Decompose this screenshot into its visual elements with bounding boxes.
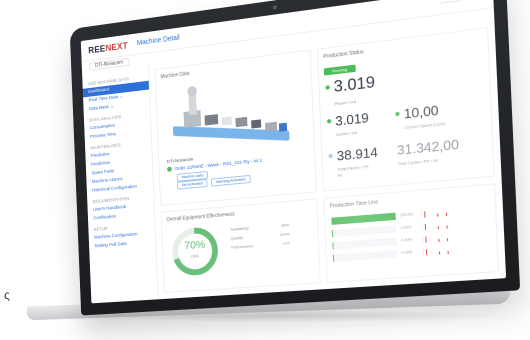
- timeline-pct: 0.00%: [400, 237, 412, 243]
- timeline-alarm-mark: [445, 212, 448, 216]
- card-title: Production Status: [323, 49, 364, 61]
- caption-fragment: ς: [4, 288, 10, 302]
- oee-breakdown: Availability 99% Quality 100% Performance 71%: [230, 222, 290, 254]
- warning-activated-button[interactable]: Warning Activated: [211, 174, 251, 187]
- machine-name: DTI-Novacom: [166, 156, 194, 165]
- total-pieces-value: 38.914: [336, 144, 379, 164]
- timeline-pct: 0.00%: [401, 250, 413, 256]
- speed-label: Current Speed (Cp/h): [404, 120, 446, 131]
- timeline-sparkline: [422, 232, 455, 243]
- page-title[interactable]: Machine Detail: [137, 34, 180, 47]
- total-pieces-label: Total Pieces / PS: [337, 163, 369, 172]
- timeline-sparkline: [422, 245, 456, 256]
- timeline-bar-track: [332, 249, 398, 262]
- oee-row-label: Availability: [230, 225, 249, 232]
- running-badge: Running: [323, 64, 356, 76]
- user-name: ————: [439, 0, 462, 7]
- timeline-sparkline: [421, 220, 455, 231]
- sidebar: USE MACHINE DATA Dashboard Real Time Data …: [82, 64, 159, 304]
- timeline-alarm-mark: [437, 212, 439, 217]
- oee-card: Overall Equipment Effectiveness 70% OEE …: [160, 198, 321, 294]
- total-pieces-metric: 38.914: [328, 144, 378, 164]
- oee-row: Availability 99%: [230, 222, 289, 232]
- user-role: ———: [468, 0, 485, 2]
- cycles-metric: 3.019: [327, 110, 369, 130]
- set-activated-button[interactable]: Set Activated: [177, 178, 208, 190]
- machine-illustration: [172, 85, 290, 141]
- timeline-bar-fill: [331, 229, 334, 237]
- status-dot-icon: [325, 85, 330, 90]
- timeline-alarm-mark: [446, 237, 449, 241]
- oee-row-label: Quality: [230, 234, 243, 241]
- dashboard-grid: Machine Data DTI-Novacom Order 22/NsrtE …: [149, 20, 506, 299]
- logo-accent-text: NEXT: [105, 40, 128, 53]
- status-dot-icon: [167, 166, 172, 172]
- user-menu[interactable]: ———— ———: [440, 0, 485, 6]
- timeline-pct: 100.0%: [399, 212, 413, 218]
- pieces-label: Pieces / cut: [334, 98, 356, 107]
- timeline-sparkline: [420, 207, 454, 218]
- pieces-metric: 3.019: [325, 74, 375, 98]
- timeline-alarm-mark: [438, 250, 441, 255]
- timeline-alarm-mark: [447, 250, 449, 254]
- timeline-bar-fill: [332, 241, 334, 250]
- timeline-alarm-mark: [424, 223, 427, 230]
- speed-value: 10,00: [403, 102, 439, 122]
- total-cycles-metric: 31.342,00: [397, 136, 460, 158]
- card-title: Overall Equipment Effectiveness: [166, 211, 235, 224]
- timeline-bar-fill: [332, 254, 335, 262]
- cycles-label: Cycles / cut: [335, 129, 358, 138]
- pieces-value: 3.019: [333, 73, 376, 96]
- timeline-list: 100.0% 1.00% 0.00% 0.00%: [331, 202, 490, 264]
- stage: REENEXT Machine Detail ———— ——— DTI-Nova…: [0, 0, 530, 340]
- timeline-alarm-mark: [438, 238, 440, 242]
- oee-row: Quality 100%: [231, 231, 290, 241]
- oee-row-value: 100%: [279, 231, 290, 238]
- brand-logo[interactable]: REENEXT: [88, 40, 128, 55]
- timeline-pct: 1.00%: [400, 225, 412, 231]
- timeline-alarm-mark: [425, 236, 427, 243]
- machine-data-card: Machine Data DTI-Novacom Order 22/NsrtE …: [154, 49, 317, 206]
- timeline-alarm-mark: [446, 224, 448, 229]
- status-dot-icon: [395, 111, 400, 117]
- total-pieces-sub: Ps: [337, 172, 343, 179]
- timeline-alarm-mark: [424, 210, 426, 218]
- laptop-screen: REENEXT Machine Detail ———— ——— DTI-Nova…: [80, 0, 507, 304]
- laptop: REENEXT Machine Detail ———— ——— DTI-Nova…: [69, 0, 521, 316]
- production-timeline-card: Production Time Line 100.0% 1.00% 0.00% 0.0…: [323, 183, 500, 283]
- total-cycles-label: Total Cycles / PS / hs: [397, 157, 438, 167]
- total-cycles-value: 31.342,00: [396, 136, 460, 158]
- timeline-alarm-mark: [425, 248, 428, 256]
- logo-text: REE: [88, 43, 106, 55]
- oee-row-value: 71%: [281, 240, 291, 247]
- oee-row: Performance 71%: [231, 240, 290, 249]
- oee-row-label: Performance: [231, 243, 254, 250]
- speed-metric: 10,00: [395, 102, 439, 122]
- cycles-value: 3.019: [334, 109, 370, 129]
- status-dot-icon: [328, 153, 333, 159]
- timeline-alarm-mark: [437, 225, 439, 229]
- oee-row-value: 99%: [281, 222, 290, 228]
- camera-icon: [272, 5, 277, 10]
- production-status-card: Production Status Running 3.019 Pieces /…: [316, 27, 495, 192]
- status-dot-icon: [327, 118, 332, 124]
